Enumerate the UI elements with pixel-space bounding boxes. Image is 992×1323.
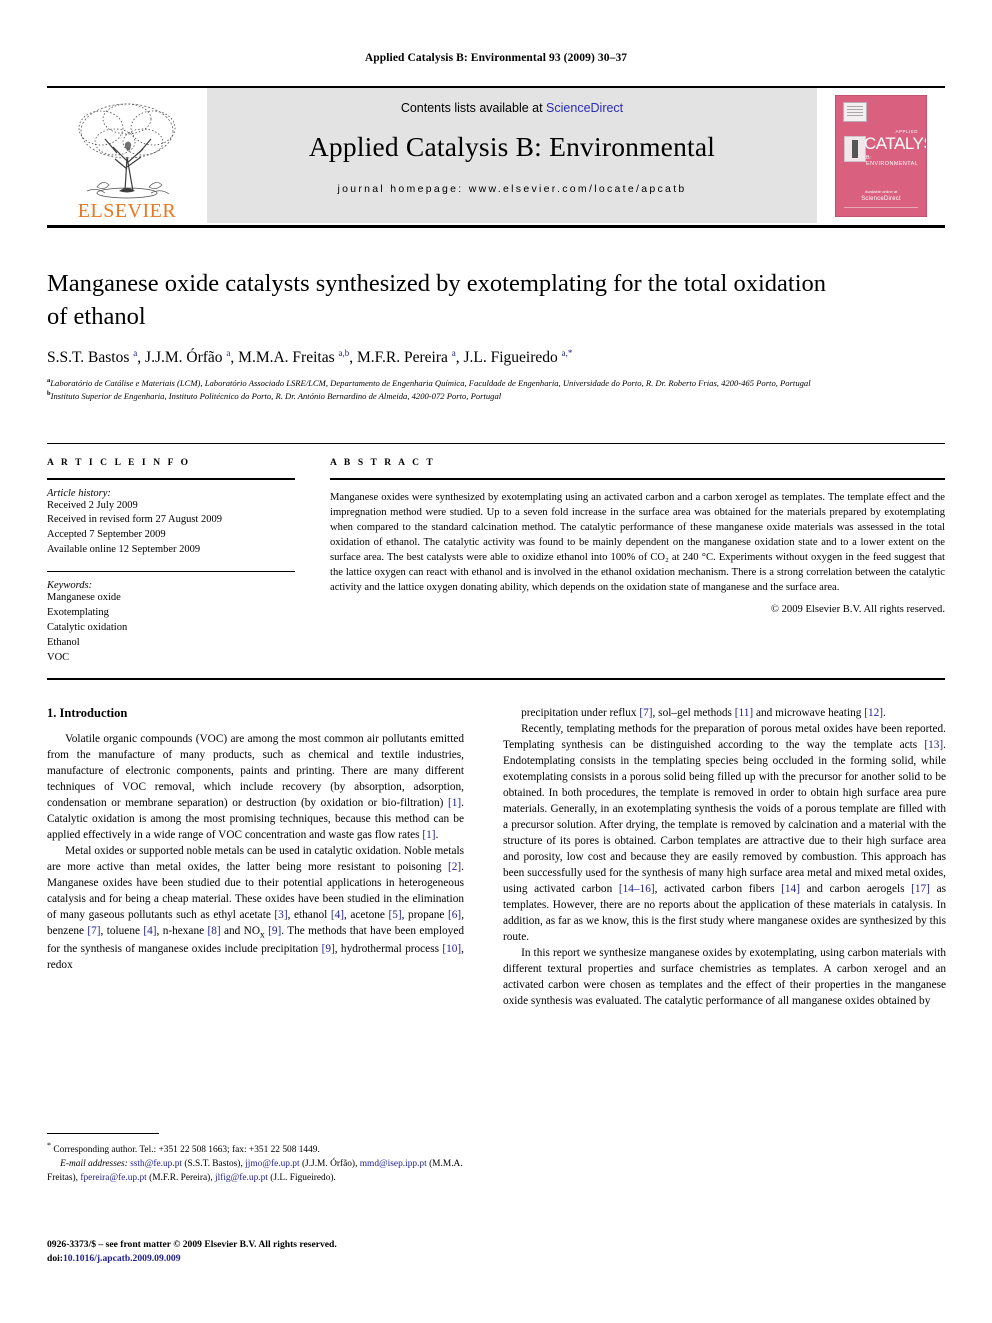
footnote-block: * Corresponding author. Tel.: +351 22 50… [47, 1140, 467, 1186]
corresponding-author-text: Corresponding author. Tel.: +351 22 508 … [53, 1145, 320, 1156]
footnote-rule [47, 1133, 159, 1134]
paragraph: precipitation under reflux [7], sol–gel … [521, 707, 886, 719]
paragraph: Recently, templating methods for the pre… [503, 722, 946, 943]
page-title: Manganese oxide catalysts synthesized by… [47, 270, 827, 330]
cover-footer: Available online at ScienceDirect [836, 189, 926, 202]
section-heading-introduction: 1. Introduction [47, 706, 128, 720]
email-link[interactable]: ssth@fe.up.pt [130, 1159, 182, 1169]
info-top-rule [47, 443, 945, 444]
article-history-label: Article history: [47, 487, 111, 499]
paragraph: In this report we synthesize manganese o… [503, 946, 946, 1007]
abstract-bottom-rule [47, 678, 945, 680]
journal-homepage[interactable]: journal homepage: www.elsevier.com/locat… [207, 183, 817, 195]
email-label: E-mail addresses: [60, 1158, 128, 1169]
email-link[interactable]: jjmo@fe.up.pt [245, 1159, 299, 1169]
affiliation-a: aLaboratório de Catálise e Materiais (LC… [47, 377, 811, 388]
journal-cover-thumbnail: APPLIED CATALYSIS B: ENVIRONMENTAL Avail… [817, 88, 945, 223]
email-link[interactable]: fpereira@fe.up.pt [80, 1173, 146, 1183]
elsevier-logo: ELSEVIER [47, 88, 207, 223]
cover-elsevier-mark-icon [843, 101, 867, 122]
paragraph: Volatile organic compounds (VOC) are amo… [47, 733, 464, 841]
article-history-list: Received 2 July 2009 Received in revised… [47, 499, 295, 559]
history-item: Received in revised form 27 August 2009 [47, 514, 222, 526]
colophon: 0926-3373/$ – see front matter © 2009 El… [47, 1238, 517, 1267]
cover-title: CATALYSIS [864, 133, 926, 153]
article-info-heading: A R T I C L E I N F O [47, 458, 191, 468]
email-addresses: E-mail addresses: ssth@fe.up.pt (S.S.T. … [47, 1158, 467, 1186]
keywords-list: Manganese oxide Exotemplating Catalytic … [47, 591, 295, 666]
contents-available-line: Contents lists available at ScienceDirec… [207, 101, 817, 115]
cover-decoration [844, 135, 866, 162]
elsevier-tree-icon [78, 103, 176, 199]
abstract-text: Manganese oxides were synthesized by exo… [330, 491, 945, 594]
email-person: (J.L. Figueiredo) [270, 1172, 334, 1183]
article-info-rule [47, 478, 295, 480]
doi-link[interactable]: 10.1016/j.apcatb.2009.09.009 [63, 1253, 181, 1264]
corresponding-author-note: * Corresponding author. Tel.: +351 22 50… [47, 1140, 467, 1158]
journal-masthead: ELSEVIER Contents lists available at Sci… [47, 88, 945, 223]
affiliation-b: bInstituto Superior de Engenharia, Insti… [47, 390, 502, 402]
cover-sciencedirect-text: ScienceDirect [861, 195, 901, 202]
abstract-copyright: © 2009 Elsevier B.V. All rights reserved… [770, 604, 945, 616]
doi-line: doi:10.1016/j.apcatb.2009.09.009 [47, 1252, 517, 1266]
masthead-center: Contents lists available at ScienceDirec… [207, 88, 817, 223]
elsevier-wordmark: ELSEVIER [77, 200, 177, 222]
cover-image: APPLIED CATALYSIS B: ENVIRONMENTAL Avail… [835, 94, 927, 217]
abstract-heading: A B S T R A C T [330, 458, 436, 468]
author-list: S.S.T. Bastos a, J.J.M. Órfão a, M.M.A. … [47, 348, 573, 367]
masthead-bottom-rule [47, 225, 945, 228]
cover-subtitle: B: ENVIRONMENTAL [866, 154, 919, 167]
article-info-column: A R T I C L E I N F O Article history: R… [47, 458, 295, 666]
asterisk-icon: * [47, 1141, 51, 1150]
issn-line: 0926-3373/$ – see front matter © 2009 El… [47, 1239, 337, 1250]
sciencedirect-link[interactable]: ScienceDirect [546, 101, 623, 115]
abstract-rule [330, 478, 945, 480]
keyword-item: Manganese oxide [47, 592, 121, 604]
journal-title: Applied Catalysis B: Environmental [308, 131, 716, 162]
cover-available-text: Available online at [864, 188, 898, 194]
keywords-label: Keywords: [47, 580, 93, 592]
email-person: (S.S.T. Bastos) [184, 1158, 241, 1169]
email-person: (M.F.R. Pereira) [149, 1172, 211, 1183]
cover-divider [844, 206, 918, 208]
body-column-left: 1. Introduction Volatile organic compoun… [47, 706, 464, 974]
cover-applied-label: APPLIED [895, 128, 918, 134]
history-item: Accepted 7 September 2009 [47, 529, 166, 541]
affiliations: aLaboratório de Catálise e Materiais (LC… [47, 376, 837, 403]
email-link[interactable]: mmd@isep.ipp.pt [360, 1159, 427, 1169]
keyword-item: VOC [47, 651, 70, 663]
paragraph: Metal oxides or supported noble metals c… [47, 844, 465, 972]
contents-prefix: Contents lists available at [400, 101, 547, 115]
abstract-column: A B S T R A C T Manganese oxides were sy… [330, 458, 945, 615]
doi-label: doi: [47, 1253, 63, 1265]
keywords-rule [47, 571, 295, 573]
keyword-item: Exotemplating [47, 607, 109, 619]
paper-page: Applied Catalysis B: Environmental 93 (2… [0, 0, 992, 1323]
email-link[interactable]: jlfig@fe.up.pt [215, 1173, 268, 1183]
history-item: Available online 12 September 2009 [47, 544, 201, 556]
keyword-item: Catalytic oxidation [47, 621, 128, 633]
keyword-item: Ethanol [47, 636, 80, 648]
body-column-right: precipitation under reflux [7], sol–gel … [503, 706, 946, 1010]
history-item: Received 2 July 2009 [47, 499, 138, 511]
running-head: Applied Catalysis B: Environmental 93 (2… [364, 52, 628, 64]
email-person: (J.J.M. Órfão) [301, 1158, 356, 1169]
